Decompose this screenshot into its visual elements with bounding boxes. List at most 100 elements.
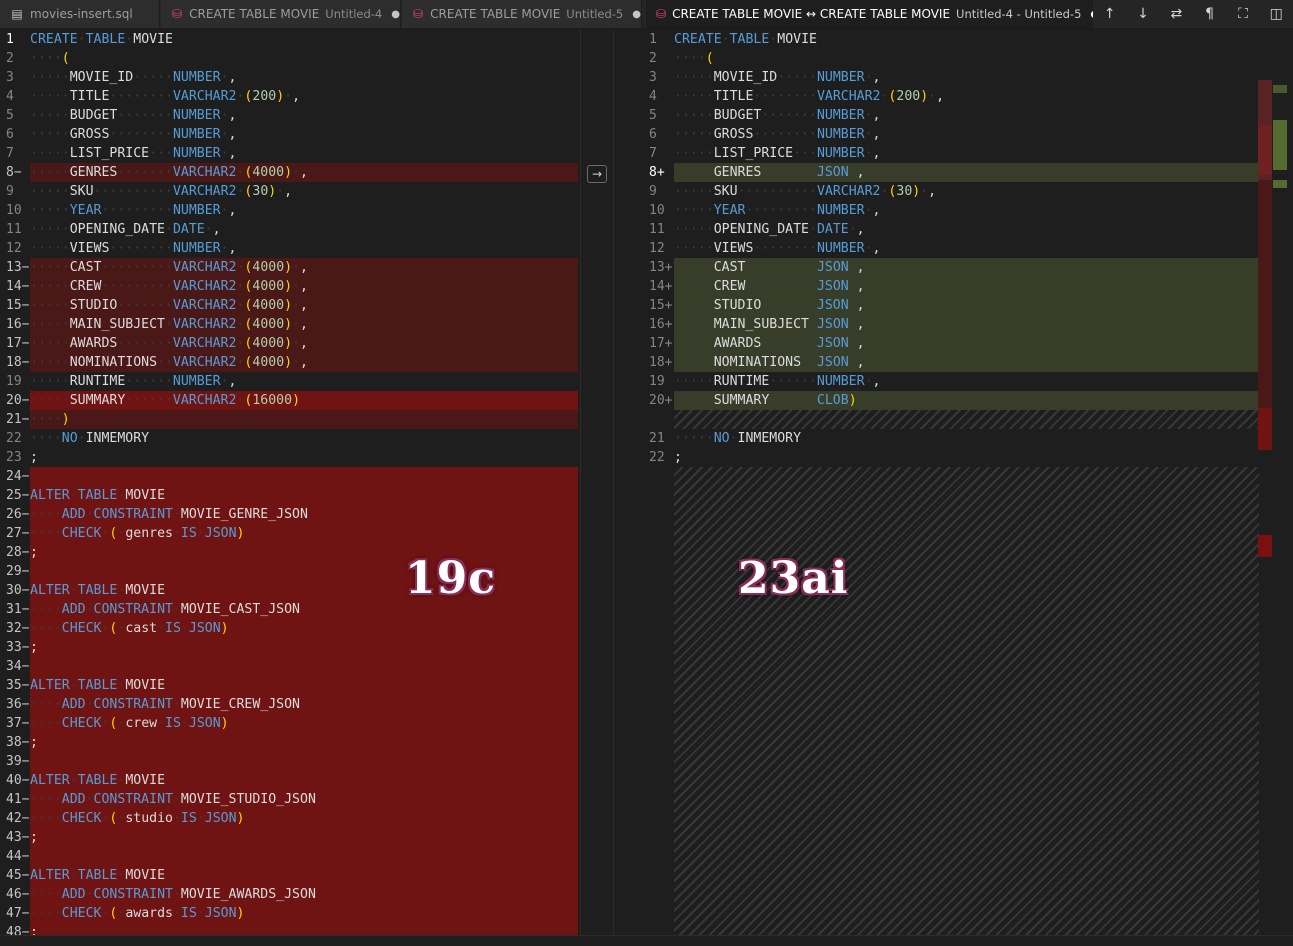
code-line[interactable]: ·····TITLE········VARCHAR2·(200)·, <box>30 87 578 106</box>
code-line[interactable]: ·····LIST_PRICE···NUMBER·, <box>674 144 1259 163</box>
original-code[interactable]: 1 CREATE·TABLE·MOVIE 2 ····(3 ·····MOVIE_ID·… <box>0 30 580 935</box>
previous-change-icon[interactable]: ↑ <box>1098 6 1122 22</box>
code-line[interactable]: ·····GENRES·······JSON·, <box>674 163 1259 182</box>
code-line[interactable]: ·····MAIN_SUBJECT·VARCHAR2·(4000)·, <box>30 315 578 334</box>
code-line[interactable]: ; <box>30 638 578 657</box>
tab-title: CREATE TABLE MOVIE ↔ CREATE TABLE MOVIE <box>672 7 951 21</box>
code-line[interactable]: ·····BUDGET·······NUMBER·, <box>30 106 578 125</box>
code-line[interactable]: ; <box>30 448 578 467</box>
line-number: 5 <box>649 108 657 123</box>
code-line[interactable] <box>30 657 578 676</box>
code-line[interactable]: ·····NOMINATIONS··JSON·, <box>674 353 1259 372</box>
code-line[interactable]: ; <box>30 733 578 752</box>
code-line[interactable]: ·····GROSS········NUMBER·, <box>674 125 1259 144</box>
code-line[interactable]: ····( <box>30 49 578 68</box>
code-line[interactable]: ; <box>30 828 578 847</box>
modified-editor[interactable]: 1 CREATE·TABLE·MOVIE 2 ····(3 ·····MOVIE_ID·… <box>614 30 1293 935</box>
code-line[interactable]: ····NO·INMEMORY <box>30 429 578 448</box>
code-line[interactable] <box>30 847 578 866</box>
tab-untitled-4[interactable]: ⛁ CREATE TABLE MOVIE Untitled-4 ● <box>161 0 401 28</box>
code-line[interactable]: ·····AWARDS·······VARCHAR2·(4000)·, <box>30 334 578 353</box>
line-number: 22 <box>649 450 665 465</box>
code-line[interactable]: ALTER·TABLE·MOVIE <box>30 676 578 695</box>
code-line[interactable]: ·····CREW·········VARCHAR2·(4000)·, <box>30 277 578 296</box>
code-line[interactable] <box>30 467 578 486</box>
code-line[interactable]: ····CHECK·(·cast·IS·JSON) <box>30 619 578 638</box>
code-line[interactable]: ·····MAIN_SUBJECT·JSON·, <box>674 315 1259 334</box>
overview-ruler[interactable] <box>1258 30 1272 935</box>
whitespace-icon[interactable]: ¶ <box>1198 6 1222 22</box>
code-line[interactable]: ·····BUDGET·······NUMBER·, <box>674 106 1259 125</box>
original-editor[interactable]: 1 CREATE·TABLE·MOVIE 2 ····(3 ·····MOVIE_ID·… <box>0 30 580 935</box>
line-number: 10 <box>649 203 665 218</box>
code-line[interactable]: ·····OPENING_DATE·DATE·, <box>30 220 578 239</box>
tab-diff[interactable]: ⛁ CREATE TABLE MOVIE ↔ CREATE TABLE MOVI… <box>646 0 1094 28</box>
code-line[interactable]: ·····AWARDS·······JSON·, <box>674 334 1259 353</box>
swap-sides-icon[interactable]: ⇄ <box>1164 6 1188 22</box>
code-line[interactable]: ····ADD·CONSTRAINT·MOVIE_CREW_JSON <box>30 695 578 714</box>
code-line[interactable]: ·····GROSS········NUMBER·, <box>30 125 578 144</box>
code-line[interactable]: ·····SUMMARY······CLOB) <box>674 391 1259 410</box>
code-line[interactable]: ····CHECK·(·studio·IS·JSON) <box>30 809 578 828</box>
code-line[interactable]: ·····STUDIO·······VARCHAR2·(4000)·, <box>30 296 578 315</box>
code-line[interactable]: ; <box>30 923 578 935</box>
line-number <box>614 410 674 429</box>
tab-movies-insert[interactable]: ▤ movies-insert.sql <box>0 0 160 28</box>
code-line[interactable]: ·····SKU··········VARCHAR2·(30)·, <box>674 182 1259 201</box>
code-line[interactable]: ALTER·TABLE·MOVIE <box>30 771 578 790</box>
modified-code[interactable]: 1 CREATE·TABLE·MOVIE 2 ····(3 ·····MOVIE_ID·… <box>614 30 1293 935</box>
editor-actions: ↑ ↓ ⇄ ¶ ⛶ ◫ <box>1093 0 1293 28</box>
code-line[interactable]: ·····NO·INMEMORY <box>674 429 1259 448</box>
revert-arrow-icon[interactable]: → <box>587 165 607 183</box>
code-line[interactable]: ·····SKU··········VARCHAR2·(30)·, <box>30 182 578 201</box>
code-line[interactable]: ·····CREW·········JSON·, <box>674 277 1259 296</box>
code-line[interactable]: ·····MOVIE_ID·····NUMBER·, <box>30 68 578 87</box>
code-line[interactable]: ·····STUDIO·······JSON·, <box>674 296 1259 315</box>
line-number: 13+ <box>649 260 673 275</box>
code-line[interactable]: ·····RUNTIME······NUMBER·, <box>674 372 1259 391</box>
unsaved-dot-icon[interactable]: ● <box>391 9 400 20</box>
code-line[interactable]: ·····CAST·········VARCHAR2·(4000)·, <box>30 258 578 277</box>
code-line[interactable]: CREATE·TABLE·MOVIE <box>30 30 578 49</box>
code-line[interactable]: ·····YEAR·········NUMBER·, <box>674 201 1259 220</box>
code-line[interactable]: ·····TITLE········VARCHAR2·(200)·, <box>674 87 1259 106</box>
code-line[interactable]: ·····VIEWS········NUMBER·, <box>30 239 578 258</box>
map-icon[interactable]: ⛶ <box>1231 6 1255 22</box>
code-line[interactable]: ·····YEAR·········NUMBER·, <box>30 201 578 220</box>
code-line[interactable]: ·····VIEWS········NUMBER·, <box>674 239 1259 258</box>
code-line[interactable]: ····CHECK·(·crew·IS·JSON) <box>30 714 578 733</box>
tab-untitled-5[interactable]: ⛁ CREATE TABLE MOVIE Untitled-5 ● <box>402 0 642 28</box>
code-line[interactable]: ····) <box>30 410 578 429</box>
code-line[interactable] <box>674 410 1259 429</box>
code-line[interactable]: ALTER·TABLE·MOVIE <box>30 866 578 885</box>
code-line[interactable]: ·····RUNTIME······NUMBER·, <box>30 372 578 391</box>
code-line[interactable]: ·····LIST_PRICE···NUMBER·, <box>30 144 578 163</box>
database-icon: ⛁ <box>413 7 424 21</box>
code-line[interactable]: ; <box>674 448 1259 467</box>
code-line[interactable]: ·····CAST·········JSON·, <box>674 258 1259 277</box>
line-number: 18+ <box>649 355 673 370</box>
code-line[interactable]: ·····GENRES·······VARCHAR2·(4000)·, <box>30 163 578 182</box>
code-line[interactable] <box>30 752 578 771</box>
code-line[interactable]: ·····NOMINATIONS··VARCHAR2·(4000)·, <box>30 353 578 372</box>
code-line[interactable]: ·····SUMMARY······VARCHAR2·(16000) <box>30 391 578 410</box>
code-line[interactable]: ····ADD·CONSTRAINT·MOVIE_AWARDS_JSON <box>30 885 578 904</box>
code-line[interactable]: ····ADD·CONSTRAINT·MOVIE_STUDIO_JSON <box>30 790 578 809</box>
code-line[interactable]: CREATE·TABLE·MOVIE <box>674 30 1259 49</box>
line-number: 7 <box>649 146 657 161</box>
code-line[interactable]: ····ADD·CONSTRAINT·MOVIE_GENRE_JSON <box>30 505 578 524</box>
line-number: 21 <box>649 431 665 446</box>
line-number: 16+ <box>649 317 673 332</box>
line-number: 9 <box>649 184 657 199</box>
code-line[interactable]: ····( <box>674 49 1259 68</box>
horizontal-scrollbar[interactable] <box>0 935 1293 946</box>
overview-ruler-added <box>1273 30 1287 935</box>
code-line[interactable]: ····CHECK·(·awards·IS·JSON) <box>30 904 578 923</box>
next-change-icon[interactable]: ↓ <box>1131 6 1155 22</box>
code-line[interactable]: ALTER·TABLE·MOVIE <box>30 486 578 505</box>
code-line[interactable]: ·····OPENING_DATE·DATE·, <box>674 220 1259 239</box>
code-line[interactable]: ·····MOVIE_ID·····NUMBER·, <box>674 68 1259 87</box>
code-line[interactable]: ····CHECK·(·genres·IS·JSON) <box>30 524 578 543</box>
split-editor-icon[interactable]: ◫ <box>1264 6 1288 22</box>
unsaved-dot-icon[interactable]: ● <box>632 9 641 20</box>
